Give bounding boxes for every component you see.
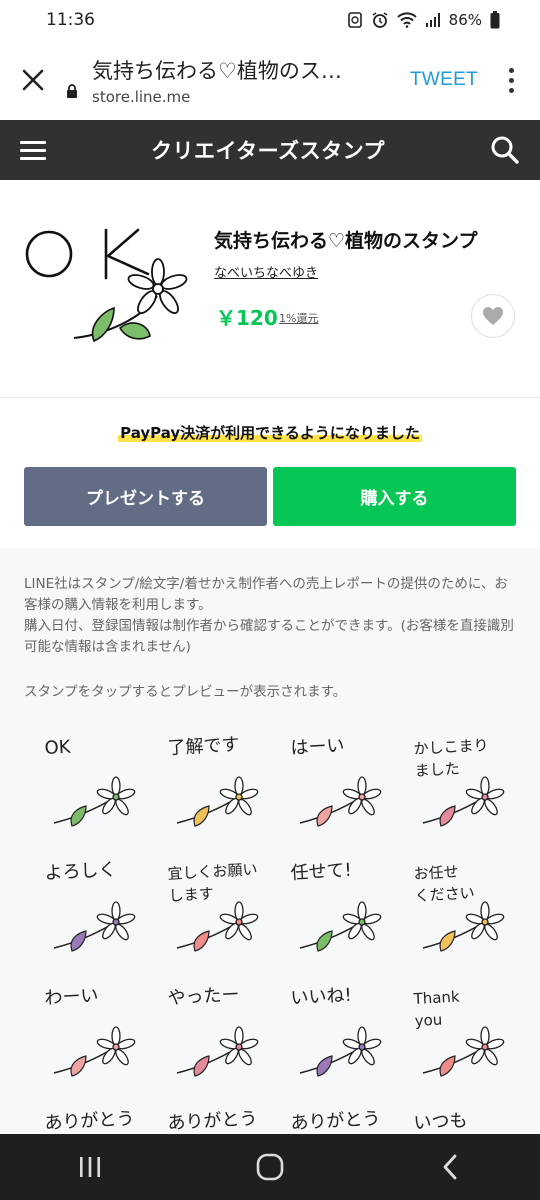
status-icons: 86% [347, 11, 500, 29]
more-options-icon[interactable] [496, 67, 526, 93]
notice-line-1: LINE社はスタンプ/絵文字/着せかえ制作者への売上レポートの提供のために、お客… [24, 576, 508, 613]
sticker-item[interactable]: 了解です [147, 728, 270, 851]
paypay-text: PayPay決済が利用できるようになりました [118, 424, 422, 442]
back-icon [443, 1154, 457, 1180]
sticker-label: お任せ ください [413, 862, 476, 905]
privacy-notice: LINE社はスタンプ/絵文字/着せかえ制作者への売上レポートの提供のために、お客… [24, 574, 520, 658]
sticker-label: いいね! [290, 984, 353, 1009]
buy-button[interactable]: 購入する [273, 467, 516, 526]
sticker-info-section: LINE社はスタンプ/絵文字/着せかえ制作者への売上レポートの提供のために、お客… [0, 548, 540, 1138]
sticker-item[interactable]: よろしく [24, 853, 147, 976]
header-title: クリエイターズスタンプ [151, 139, 385, 163]
author-link[interactable]: なべいちなべゆき [214, 262, 318, 281]
recent-apps-icon [80, 1157, 100, 1177]
sticker-label: Thank you [413, 987, 461, 1030]
sticker-item[interactable]: はーい [270, 728, 393, 851]
close-icon [22, 69, 44, 91]
sticker-item[interactable]: ありがとう [147, 1103, 270, 1138]
paypay-banner: PayPay決済が利用できるようになりました [0, 422, 540, 443]
sticker-item[interactable]: お任せ ください [393, 853, 516, 976]
product-price: ￥120 [216, 306, 278, 330]
signal-icon [425, 13, 441, 27]
sticker-item[interactable]: OK [24, 728, 147, 851]
back-button[interactable] [400, 1134, 500, 1200]
sticker-label: ありがとう [44, 1108, 135, 1134]
status-bar: 11:36 86% [0, 0, 540, 40]
sticker-item[interactable]: いいね! [270, 978, 393, 1101]
present-button[interactable]: プレゼントする [24, 467, 267, 526]
search-icon[interactable] [490, 135, 520, 165]
sticker-label: いつも [413, 1110, 469, 1134]
rebate-link[interactable]: 1%還元 [279, 310, 318, 326]
favorite-button[interactable] [471, 294, 515, 338]
tweet-button[interactable]: TWEET [392, 69, 496, 91]
home-icon [256, 1153, 284, 1181]
sticker-label: 宜しくお願い します [167, 860, 258, 905]
product-title: 気持ち伝わる♡植物のスタンプ [214, 230, 478, 252]
sticker-item[interactable]: ありがとう [24, 1103, 147, 1138]
browser-toolbar: 気持ち伝わる♡植物のスタ... store.line.me TWEET [0, 40, 540, 120]
battery-icon [490, 11, 500, 29]
sticker-item[interactable]: かしこまり ました [393, 728, 516, 851]
notice-line-2: 購入日付、登録国情報は制作者から確認することができます。(お客様を直接識別可能な… [24, 618, 514, 655]
page-title: 気持ち伝わる♡植物のスタ... [92, 58, 354, 83]
battery-text: 86% [448, 11, 482, 29]
wifi-icon [396, 12, 417, 28]
status-time: 11:36 [46, 10, 95, 30]
sticker-illustration [53, 776, 136, 827]
main-sticker-image[interactable] [24, 216, 194, 356]
sticker-label: はーい [290, 735, 346, 759]
sticker-label: 任せて! [290, 859, 353, 884]
sticker-label: よろしく [44, 859, 118, 884]
sticker-label: OK [44, 736, 72, 759]
product-info: 気持ち伝わる♡植物のスタンプ なべいちなべゆき ￥120 1%還元 [0, 180, 540, 398]
sticker-item[interactable]: いつも [393, 1103, 516, 1138]
recent-apps-button[interactable] [40, 1134, 140, 1200]
sticker-label: ありがとう [167, 1108, 258, 1134]
sticker-item[interactable]: Thank you [393, 978, 516, 1101]
page-host: store.line.me [92, 87, 191, 106]
sticker-item[interactable]: わーい [24, 978, 147, 1101]
sticker-label: ありがとう [290, 1108, 381, 1134]
url-display[interactable]: 気持ち伝わる♡植物のスタ... store.line.me [66, 55, 392, 106]
sticker-item[interactable]: 宜しくお願い します [147, 853, 270, 976]
recycle-icon [347, 11, 363, 29]
close-tab-button[interactable] [0, 40, 66, 120]
sticker-item[interactable]: やったー [147, 978, 270, 1101]
sticker-label: 了解です [167, 734, 241, 759]
alarm-icon [371, 11, 389, 29]
store-header: クリエイターズスタンプ [0, 120, 540, 180]
heart-icon [483, 307, 503, 325]
sticker-item[interactable]: ありがとう [270, 1103, 393, 1138]
sticker-label: かしこまり ました [413, 736, 489, 780]
system-nav-bar [0, 1134, 540, 1200]
preview-hint: スタンプをタップするとプレビューが表示されます。 [24, 684, 347, 700]
sticker-label: やったー [167, 984, 241, 1009]
menu-icon[interactable] [20, 140, 46, 160]
home-button[interactable] [220, 1134, 320, 1200]
sticker-label: わーい [44, 985, 100, 1009]
lock-icon [67, 83, 77, 98]
sticker-grid: OK 了解です はーい かしこまり ましたよろしく 宜しくお願い します 任せて! お任せ … [24, 728, 516, 1138]
sticker-item[interactable]: 任せて! [270, 853, 393, 976]
